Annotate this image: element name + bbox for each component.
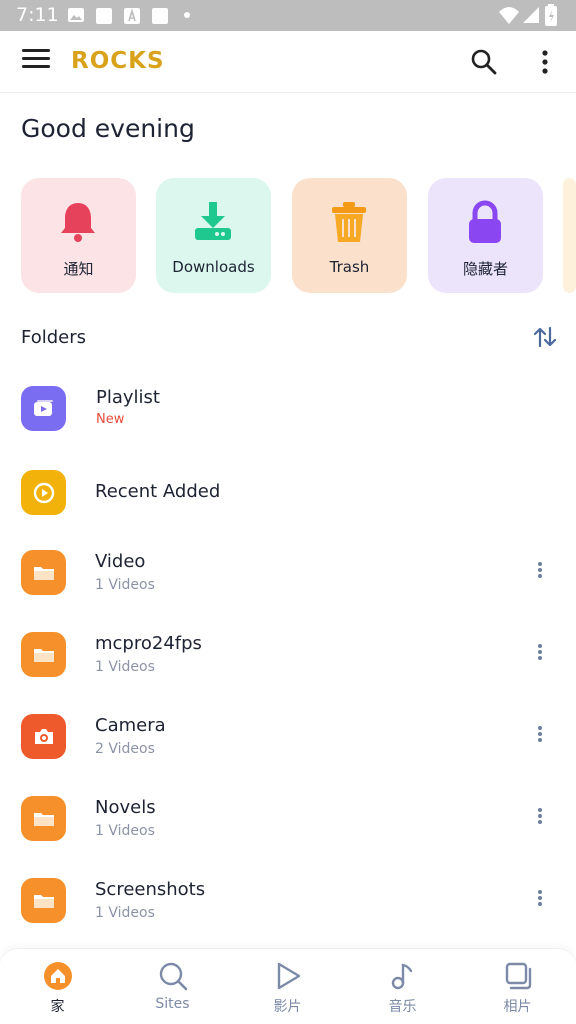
camera-icon	[21, 714, 66, 759]
playlist-icon	[21, 386, 66, 431]
app-logo: ROCKS	[71, 48, 165, 74]
tile-label: 通知	[63, 260, 94, 278]
item-more-icon[interactable]	[530, 806, 550, 828]
nav-home[interactable]: 家	[0, 949, 115, 1024]
greeting-title: Good evening	[21, 114, 195, 143]
list-item-novels[interactable]: Novels 1 Videos	[0, 792, 576, 862]
recent-icon	[21, 470, 66, 515]
folder-icon	[21, 878, 66, 923]
item-count: 1 Videos	[95, 577, 155, 593]
folder-icon	[21, 632, 66, 677]
list-item-recent-added[interactable]: Recent Added	[0, 466, 576, 536]
music-note-icon	[391, 963, 413, 990]
image-notification-icon	[68, 8, 84, 22]
nav-photos[interactable]: 相片	[460, 949, 575, 1024]
signal-icon	[523, 7, 539, 23]
app-notification-icon	[152, 8, 168, 24]
list-item-mcpro24fps[interactable]: mcpro24fps 1 Videos	[0, 628, 576, 698]
nav-videos[interactable]: 影片	[230, 949, 345, 1024]
download-icon	[195, 202, 231, 240]
item-more-icon[interactable]	[530, 724, 550, 746]
tile-label: 隐藏者	[462, 260, 508, 278]
search-icon	[159, 962, 188, 991]
nav-label: 影片	[273, 999, 302, 1015]
item-name: Camera	[95, 715, 166, 736]
tile-label: Trash	[329, 258, 370, 276]
list-item-camera[interactable]: Camera 2 Videos	[0, 710, 576, 780]
item-name: Playlist	[96, 387, 160, 408]
tile-downloads[interactable]: Downloads	[156, 178, 271, 293]
item-count: 1 Videos	[95, 823, 155, 839]
tile-notifications[interactable]: 通知	[21, 178, 136, 293]
nav-label: Sites	[155, 996, 190, 1012]
font-notification-icon	[124, 8, 140, 24]
item-count: 2 Videos	[95, 741, 155, 757]
photos-icon	[505, 962, 532, 990]
status-bar: 7:11	[0, 0, 576, 31]
sort-icon[interactable]	[533, 325, 557, 349]
tile-trash[interactable]: Trash	[292, 178, 407, 293]
hamburger-icon	[22, 49, 50, 52]
dot-notification-icon	[184, 12, 190, 18]
list-item-screenshots[interactable]: Screenshots 1 Videos	[0, 874, 576, 944]
item-name: Recent Added	[95, 481, 221, 502]
list-item-video[interactable]: Video 1 Videos	[0, 546, 576, 616]
nav-music[interactable]: 音乐	[345, 949, 460, 1024]
folders-heading: Folders	[21, 327, 87, 348]
item-name: Video	[95, 551, 146, 572]
tile-partial[interactable]	[563, 178, 576, 293]
search-icon[interactable]	[470, 48, 498, 76]
square-notification-icon	[96, 8, 112, 24]
lock-icon	[469, 200, 501, 243]
new-badge: New	[96, 412, 125, 427]
bottom-navigation: 家 Sites 影片 音乐 相片	[0, 948, 576, 1024]
item-count: 1 Videos	[95, 905, 155, 921]
play-icon	[277, 962, 301, 990]
home-icon	[44, 962, 72, 990]
trash-icon	[332, 202, 366, 242]
item-name: Screenshots	[95, 879, 206, 900]
tile-hidden[interactable]: 隐藏者	[428, 178, 543, 293]
item-more-icon[interactable]	[530, 642, 550, 664]
nav-label: 音乐	[388, 999, 417, 1015]
wifi-icon	[499, 7, 519, 24]
list-item-playlist[interactable]: Playlist New	[0, 382, 576, 452]
more-options-icon[interactable]	[533, 48, 557, 76]
menu-button[interactable]	[22, 49, 50, 73]
status-time: 7:11	[16, 4, 59, 26]
battery-icon	[545, 4, 557, 26]
item-more-icon[interactable]	[530, 888, 550, 910]
folder-icon	[21, 796, 66, 841]
item-name: Novels	[95, 797, 156, 818]
tile-label: Downloads	[172, 258, 255, 276]
nav-sites[interactable]: Sites	[115, 949, 230, 1024]
bell-icon	[61, 203, 95, 242]
nav-label: 家	[50, 999, 65, 1015]
nav-label: 相片	[503, 999, 532, 1015]
app-bar: ROCKS	[0, 31, 576, 93]
folder-icon	[21, 550, 66, 595]
item-count: 1 Videos	[95, 659, 155, 675]
item-name: mcpro24fps	[95, 633, 202, 654]
item-more-icon[interactable]	[530, 560, 550, 582]
